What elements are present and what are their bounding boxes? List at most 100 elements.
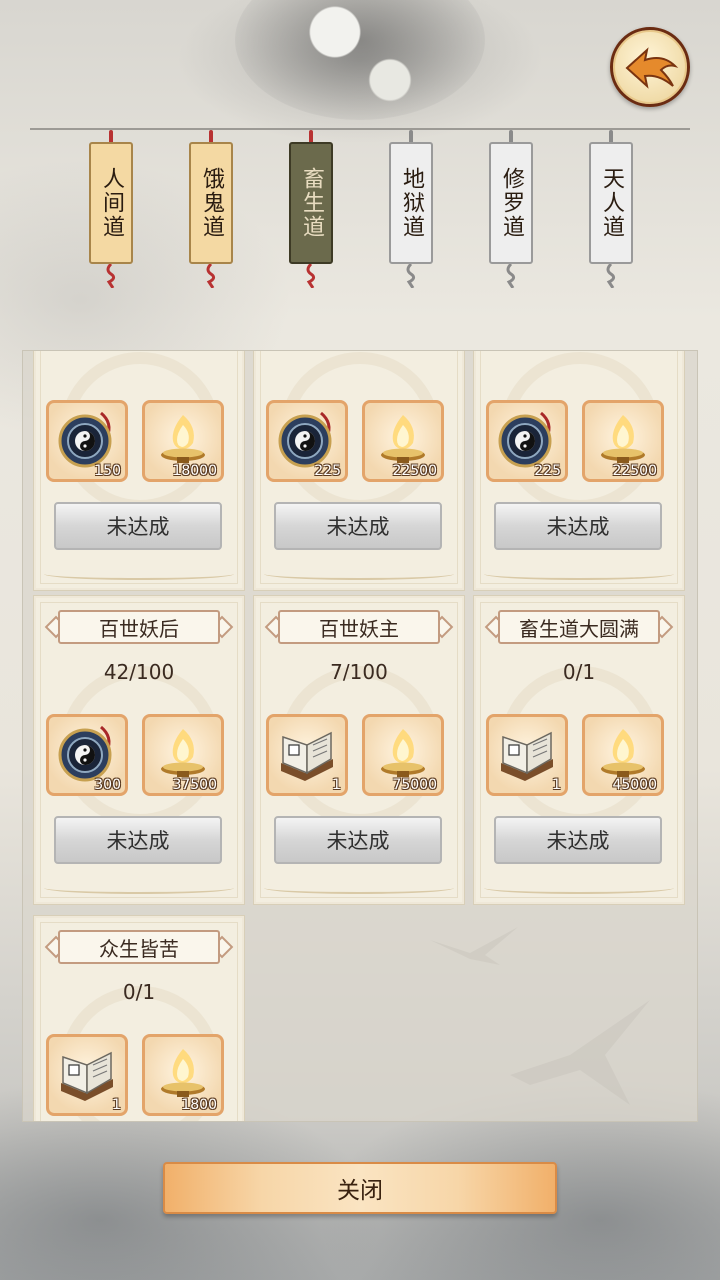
card-title: 畜生道大圆满 (498, 610, 660, 644)
tab-label: 天人道 (599, 167, 624, 239)
scripture-book-icon (61, 1051, 113, 1101)
reward-item[interactable]: 22500 (362, 400, 444, 482)
golden-flame-censer-icon (601, 729, 645, 777)
card-progress: 7/100 (330, 660, 388, 684)
golden-flame-censer-icon (381, 729, 425, 777)
achievement-card: 畜生道大圆满 0/1 1 45000 未达成 (473, 595, 685, 905)
reward-item[interactable]: 1 (266, 714, 348, 796)
tab-plaque: 饿鬼道 (189, 142, 233, 264)
tassel-icon (506, 264, 516, 288)
reward-item[interactable]: 150 (46, 400, 128, 482)
reward-item[interactable]: 225 (486, 400, 568, 482)
tassel-icon (106, 264, 116, 288)
close-button[interactable]: 关闭 (163, 1162, 557, 1214)
reward-qty: 1 (552, 777, 561, 793)
reward-qty: 37500 (172, 777, 217, 793)
reward-qty: 1 (332, 777, 341, 793)
card-swirl-decoration (484, 882, 674, 894)
tab-plaque: 天人道 (589, 142, 633, 264)
card-swirl-decoration (264, 882, 454, 894)
tab-6[interactable]: 天人道 (589, 130, 633, 290)
reward-item[interactable]: 225 (266, 400, 348, 482)
reward-item[interactable]: 1800 (142, 1034, 224, 1116)
tab-label: 修罗道 (499, 167, 524, 239)
bagua-compass-icon (498, 411, 552, 468)
achievement-card: 百世妖主 7/100 1 75000 未达成 (253, 595, 465, 905)
card-title-ribbon: 众生皆苦 (44, 930, 234, 966)
reward-qty: 22500 (392, 463, 437, 479)
reward-item[interactable]: 75000 (362, 714, 444, 796)
tassel-icon (606, 264, 616, 288)
reward-item[interactable]: 45000 (582, 714, 664, 796)
reward-qty: 75000 (392, 777, 437, 793)
reward-qty: 18000 (172, 463, 217, 479)
tab-plaque: 地狱道 (389, 142, 433, 264)
reward-item[interactable]: 300 (46, 714, 128, 796)
reward-item[interactable]: 1 (486, 714, 568, 796)
tab-plaque: 人间道 (89, 142, 133, 264)
card-swirl-decoration (44, 568, 234, 580)
claim-status-button[interactable]: 未达成 (494, 502, 662, 550)
tab-label: 人间道 (99, 167, 124, 239)
golden-flame-censer-icon (381, 415, 425, 463)
card-title-ribbon: 百世妖主 (264, 610, 454, 646)
achievement-card: 150 18000 未达成 (33, 351, 245, 591)
claim-status-button[interactable]: 未达成 (274, 816, 442, 864)
card-title-ribbon: 百世妖后 (44, 610, 234, 646)
reward-qty: 1800 (181, 1097, 217, 1113)
claim-status-button[interactable]: 未达成 (54, 502, 222, 550)
card-title: 众生皆苦 (58, 930, 220, 964)
reward-item[interactable]: 37500 (142, 714, 224, 796)
reward-item[interactable]: 22500 (582, 400, 664, 482)
card-swirl-decoration (264, 568, 454, 580)
card-swirl-decoration (44, 882, 234, 894)
tassel-icon (306, 264, 316, 288)
tab-5[interactable]: 修罗道 (489, 130, 533, 290)
tab-label: 地狱道 (399, 167, 424, 239)
card-title: 百世妖主 (278, 610, 440, 644)
reward-qty: 1 (112, 1097, 121, 1113)
tab-4[interactable]: 地狱道 (389, 130, 433, 290)
card-title-ribbon: 畜生道大圆满 (484, 610, 674, 646)
claim-status-button[interactable]: 未达成 (494, 816, 662, 864)
tassel-icon (206, 264, 216, 288)
tab-plaque: 修罗道 (489, 142, 533, 264)
reward-item[interactable]: 18000 (142, 400, 224, 482)
achievement-card: 众生皆苦 0/1 1 1800 (33, 915, 245, 1121)
tab-plaque: 畜生道 (289, 142, 333, 264)
tassel-icon (406, 264, 416, 288)
scripture-book-icon (501, 731, 553, 781)
golden-flame-censer-icon (161, 1049, 205, 1097)
achievement-card: 百世妖后 42/100 300 37500 未达成 (33, 595, 245, 905)
reward-qty: 45000 (612, 777, 657, 793)
reward-qty: 300 (94, 777, 121, 793)
reward-item[interactable]: 1 (46, 1034, 128, 1116)
yin-yang-backdrop (235, 0, 485, 120)
reward-qty: 225 (534, 463, 561, 479)
golden-flame-censer-icon (161, 729, 205, 777)
back-button[interactable] (610, 27, 690, 107)
bagua-compass-icon (58, 411, 112, 468)
reward-qty: 225 (314, 463, 341, 479)
golden-flame-censer-icon (601, 415, 645, 463)
bagua-compass-icon (278, 411, 332, 468)
tab-1[interactable]: 人间道 (89, 130, 133, 290)
achievement-card: 225 22500 未达成 (253, 351, 465, 591)
scripture-book-icon (281, 731, 333, 781)
back-arrow-icon (625, 47, 679, 89)
claim-status-button[interactable]: 未达成 (274, 502, 442, 550)
achievement-card: 225 22500 未达成 (473, 351, 685, 591)
reward-qty: 150 (94, 463, 121, 479)
card-swirl-decoration (484, 568, 674, 580)
tab-label: 畜生道 (299, 167, 324, 239)
claim-status-button[interactable]: 未达成 (54, 816, 222, 864)
achievement-panel: 150 18000 未达成 225 22500 未达成 225 22500 未达成 百世妖后 42/… (22, 350, 698, 1122)
card-title: 百世妖后 (58, 610, 220, 644)
tab-2[interactable]: 饿鬼道 (189, 130, 233, 290)
reward-qty: 22500 (612, 463, 657, 479)
card-progress: 0/1 (562, 660, 596, 684)
tab-3[interactable]: 畜生道 (289, 130, 333, 290)
card-progress: 0/1 (122, 980, 156, 1004)
golden-flame-censer-icon (161, 415, 205, 463)
tab-label: 饿鬼道 (199, 167, 224, 239)
